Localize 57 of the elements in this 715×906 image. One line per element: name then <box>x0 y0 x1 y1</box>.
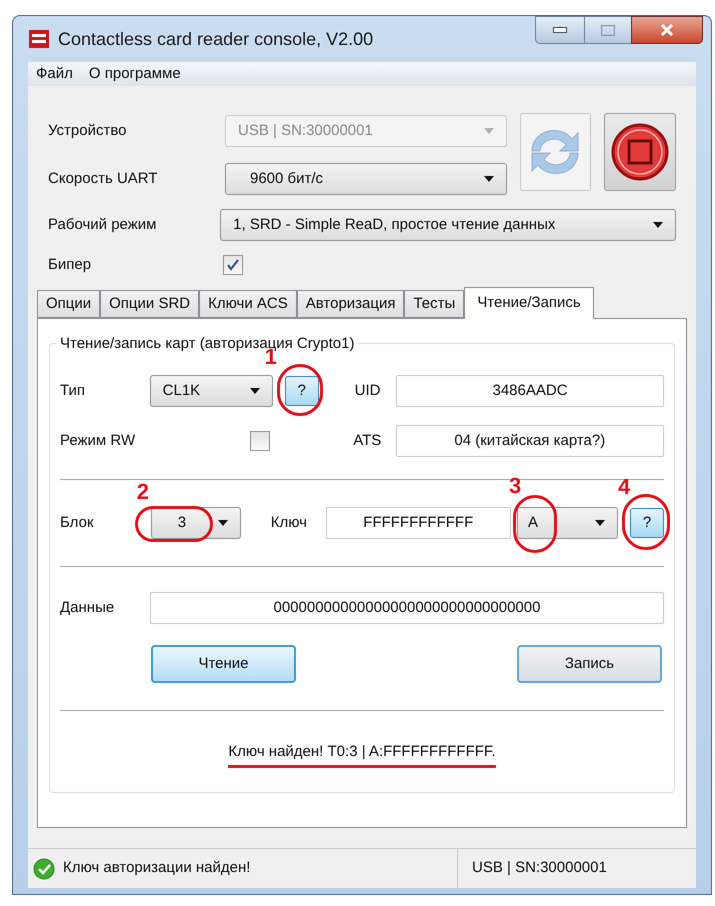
field-label: Бипер <box>48 254 92 275</box>
text-field[interactable]: 00000000000000000000000000000000 <box>150 592 664 624</box>
field-label: Тип <box>60 380 86 401</box>
annotation-number: 2 <box>136 481 149 503</box>
action-button[interactable]: Чтение <box>151 645 296 683</box>
tab[interactable]: Тесты <box>404 290 464 318</box>
stop-icon <box>610 122 670 182</box>
tab[interactable]: Чтение/Запись <box>464 287 594 319</box>
status-message: Ключ авторизации найден! <box>63 858 250 878</box>
dropdown-arrow-icon <box>484 176 494 182</box>
tab[interactable]: Ключи ACS <box>199 290 297 318</box>
field-label: Скорость UART <box>48 168 159 189</box>
dropdown-arrow-icon <box>250 388 260 394</box>
field-label: UID <box>354 380 382 401</box>
check-icon <box>226 258 240 272</box>
action-button[interactable]: Запись <box>517 645 662 683</box>
field-label: Данные <box>60 598 116 618</box>
dropdown[interactable]: 9600 бит/с <box>225 163 507 195</box>
app-icon <box>28 29 50 49</box>
result-message: Ключ найден! T0:3 | A:FFFFFFFFFFFF. <box>228 741 496 768</box>
tab[interactable]: Опции SRD <box>100 290 200 318</box>
minimize-button[interactable] <box>535 16 585 44</box>
dropdown-arrow-icon <box>653 222 663 228</box>
close-icon <box>660 24 674 36</box>
dropdown-arrow-icon <box>594 520 605 526</box>
stop-button[interactable] <box>604 113 676 191</box>
window-title: Contactless card reader console, V2.00 <box>58 28 374 50</box>
checkbox[interactable] <box>223 255 243 275</box>
text-field[interactable]: FFFFFFFFFFFF <box>326 507 511 539</box>
dropdown[interactable]: CL1K <box>150 375 273 407</box>
dropdown[interactable]: A <box>516 507 618 539</box>
field-label: Устройство <box>48 120 128 141</box>
close-button[interactable] <box>631 16 703 44</box>
menu-item[interactable]: Файл <box>28 62 81 86</box>
help-button[interactable]: ? <box>284 376 319 406</box>
annotation-number: 3 <box>508 475 522 497</box>
tab[interactable]: Опции <box>37 290 100 318</box>
status-connection: USB | SN:30000001 <box>471 858 607 878</box>
checkbox[interactable] <box>250 431 270 451</box>
minimize-icon <box>553 27 567 33</box>
check-circle-icon <box>33 858 55 880</box>
dropdown[interactable]: 3 <box>150 507 241 539</box>
field-label: Ключ <box>270 512 308 533</box>
field-label: Режим RW <box>60 430 136 451</box>
text-field[interactable]: 3486AADC <box>396 375 664 407</box>
field-label: Блок <box>60 512 95 533</box>
field-label: ATS <box>353 430 382 451</box>
dropdown-arrow-icon <box>484 128 494 134</box>
menu-item[interactable]: О программе <box>80 62 189 86</box>
dropdown[interactable]: 1, SRD - Simple ReaD, простое чтение данных <box>220 209 676 241</box>
annotation-number: 4 <box>618 476 630 498</box>
maximize-icon <box>601 24 615 36</box>
tab[interactable]: Авторизация <box>296 290 404 318</box>
field-label: Рабочий режим <box>48 214 158 235</box>
help-button[interactable]: ? <box>630 508 664 538</box>
text-field[interactable]: 04 (китайская карта?) <box>396 425 664 457</box>
dropdown-arrow-icon <box>218 520 228 526</box>
